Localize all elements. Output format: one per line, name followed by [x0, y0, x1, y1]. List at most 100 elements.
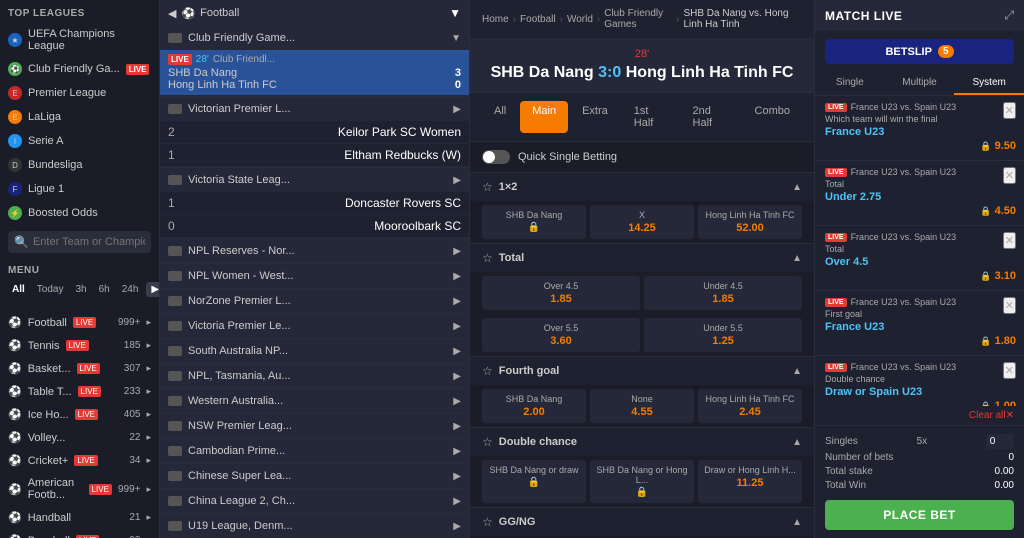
league-item-pl[interactable]: E Premier League [0, 81, 159, 105]
league-group-header[interactable]: NPL, Tasmania, Au... ▶ [160, 364, 469, 388]
market-header[interactable]: ☆ Double chance ▲ [470, 428, 814, 456]
odds-btn[interactable]: Under 4.5 1.85 [644, 276, 802, 310]
sport-chevron: ▸ [146, 340, 151, 351]
league-group-header[interactable]: Club Friendly Game... ▼ [160, 26, 469, 50]
league-item-l1[interactable]: F Ligue 1 [0, 177, 159, 201]
betting-tab-1sthalf[interactable]: 1st Half [622, 101, 679, 133]
place-bet-button[interactable]: PLACE BET [825, 500, 1014, 530]
match-live-title: MATCH LIVE [825, 9, 902, 23]
search-input[interactable] [33, 236, 145, 248]
bet-type-tab-multiple[interactable]: Multiple [885, 72, 955, 95]
market-header[interactable]: ☆ Fourth goal ▲ [470, 357, 814, 385]
time-filter-today[interactable]: Today [33, 282, 68, 297]
betting-tab-extra[interactable]: Extra [570, 101, 620, 133]
betting-tab-2ndhalf[interactable]: 2nd Half [681, 101, 741, 133]
sport-item-basketball[interactable]: ⚽ Basket... LIVE 307 ▸ [0, 357, 159, 380]
league-group-header[interactable]: Victoria State Leag... ▶ [160, 168, 469, 192]
league-flag: I [8, 134, 22, 148]
sport-item-tabletennis[interactable]: ⚽ Table T... LIVE 233 ▸ [0, 380, 159, 403]
league-group-header[interactable]: China League 2, Ch... ▶ [160, 489, 469, 513]
betting-tab-main[interactable]: Main [520, 101, 568, 133]
quick-bet-toggle[interactable] [482, 150, 510, 164]
league-group-header[interactable]: NSW Premier Leag... ▶ [160, 414, 469, 438]
search-box[interactable]: 🔍 [8, 231, 151, 253]
league-group-header[interactable]: Victoria Premier Le... ▶ [160, 314, 469, 338]
mp-expand-icon[interactable]: ▼ [449, 6, 461, 20]
betting-tab-all[interactable]: All [482, 101, 518, 133]
league-group-header[interactable]: South Australia NP... ▶ [160, 339, 469, 363]
time-filter-all[interactable]: All [8, 282, 29, 297]
betslip-close-button[interactable]: ✕ [1003, 297, 1016, 314]
league-group-header[interactable]: Victorian Premier L... ▶ [160, 97, 469, 121]
odds-btn[interactable]: SHB Da Nang or draw 🔒 [482, 460, 586, 503]
betslip-close-button[interactable]: ✕ [1003, 362, 1016, 379]
match-item-eltham[interactable]: 1 Eltham Redbucks (W) [160, 144, 469, 167]
odds-btn[interactable]: SHB Da Nang 2.00 [482, 389, 586, 423]
market-header[interactable]: ☆ GG/NG ▲ [470, 508, 814, 536]
singles-input[interactable] [986, 434, 1014, 449]
odds-btn[interactable]: Under 5.5 1.25 [644, 318, 802, 352]
time-filter-24h[interactable]: 24h [118, 282, 143, 297]
back-icon[interactable]: ◀ [168, 7, 176, 20]
league-group-header[interactable]: Western Australia... ▶ [160, 389, 469, 413]
breadcrumb-item-3[interactable]: Club Friendly Games [604, 8, 672, 30]
sport-item-football[interactable]: ⚽ Football LIVE 999+ ▸ [0, 311, 159, 334]
betting-tab-combo[interactable]: Combo [743, 101, 802, 133]
league-group-header[interactable]: NPL Reserves - Nor... ▶ [160, 239, 469, 263]
league-flag: E [8, 110, 22, 124]
bet-type-tab-single[interactable]: Single [815, 72, 885, 95]
sport-item-icehockey[interactable]: ⚽ Ice Ho... LIVE 405 ▸ [0, 403, 159, 426]
odds-btn[interactable]: Over 5.5 3.60 [482, 318, 640, 352]
lock-icon: 🔒 [980, 336, 991, 347]
league-item-ucl[interactable]: ★ UEFA Champions League [0, 23, 159, 57]
league-item-friendly[interactable]: ⚽ Club Friendly Ga... LIVE [0, 57, 159, 81]
odds-btn[interactable]: SHB Da Nang or Hong L... 🔒 [590, 460, 694, 503]
time-filter-next[interactable]: ▶ [146, 282, 160, 297]
betslip-close-button[interactable]: ✕ [1003, 167, 1016, 184]
league-group-header[interactable]: Cambodian Prime... ▶ [160, 439, 469, 463]
sport-name: Cricket+ [28, 455, 69, 467]
singles-label: Singles [825, 436, 858, 447]
bet-type-tab-system[interactable]: System [954, 72, 1024, 95]
odds-btn[interactable]: SHB Da Nang 🔒 [482, 205, 586, 239]
league-group-header[interactable]: Chinese Super Lea... ▶ [160, 464, 469, 488]
market-header[interactable]: ☆ 1×2 ▲ [470, 173, 814, 201]
sport-item-volleyball[interactable]: ⚽ Volley... 22 ▸ [0, 426, 159, 449]
league-group-header[interactable]: NorZone Premier L... ▶ [160, 289, 469, 313]
odds-btn[interactable]: Draw or Hong Linh H... 11.25 [698, 460, 802, 503]
league-item-bun[interactable]: D Bundesliga [0, 153, 159, 177]
clear-all-button[interactable]: Clear all [969, 410, 1006, 421]
betslip-button[interactable]: BETSLIP 5 [825, 39, 1014, 64]
odds-btn[interactable]: None 4.55 [590, 389, 694, 423]
sport-item-cricket[interactable]: ⚽ Cricket+ LIVE 34 ▸ [0, 449, 159, 472]
league-item-sa[interactable]: I Serie A [0, 129, 159, 153]
sport-item-americanfootball[interactable]: ⚽ American Footb... LIVE 999+ ▸ [0, 472, 159, 506]
sport-chevron: ▸ [146, 386, 151, 397]
time-filter-6h[interactable]: 6h [95, 282, 114, 297]
league-group-header[interactable]: NPL Women - West... ▶ [160, 264, 469, 288]
odds-btn[interactable]: Hong Linh Ha Tinh FC 52.00 [698, 205, 802, 239]
breadcrumb-item-1[interactable]: Football [520, 14, 556, 25]
odds-btn[interactable]: Over 4.5 1.85 [482, 276, 640, 310]
match-item-doncaster[interactable]: 1 Doncaster Rovers SC [160, 192, 469, 215]
match-item-shb[interactable]: LIVE 28' Club Friendl... SHB Da Nang3 Ho… [160, 50, 469, 96]
match-team: Keilor Park SC Women [338, 125, 461, 139]
match-item-mooroolbark[interactable]: 0 Mooroolbark SC [160, 215, 469, 238]
expand-icon[interactable]: ⤢ [1004, 8, 1014, 23]
breadcrumb-item-0[interactable]: Home [482, 14, 509, 25]
market-header[interactable]: ☆ Total ▲ [470, 244, 814, 272]
betslip-close-button[interactable]: ✕ [1003, 102, 1016, 119]
odds-value: 11.25 [737, 477, 764, 489]
league-item-bo[interactable]: ⚡ Boosted Odds [0, 201, 159, 225]
sport-item-baseball[interactable]: ⚽ Baseball LIVE 93 ▸ [0, 529, 159, 538]
breadcrumb-item-2[interactable]: World [567, 14, 593, 25]
league-group-header[interactable]: U19 League, Denm... ▶ [160, 514, 469, 538]
league-item-la[interactable]: E LaLiga [0, 105, 159, 129]
sport-item-tennis[interactable]: ⚽ Tennis LIVE 185 ▸ [0, 334, 159, 357]
time-filter-3h[interactable]: 3h [71, 282, 90, 297]
match-item-keilor[interactable]: 2 Keilor Park SC Women [160, 121, 469, 144]
sport-item-handball[interactable]: ⚽ Handball 21 ▸ [0, 506, 159, 529]
betslip-close-button[interactable]: ✕ [1003, 232, 1016, 249]
odds-btn[interactable]: Hong Linh Ha Tinh FC 2.45 [698, 389, 802, 423]
odds-btn[interactable]: X 14.25 [590, 205, 694, 239]
